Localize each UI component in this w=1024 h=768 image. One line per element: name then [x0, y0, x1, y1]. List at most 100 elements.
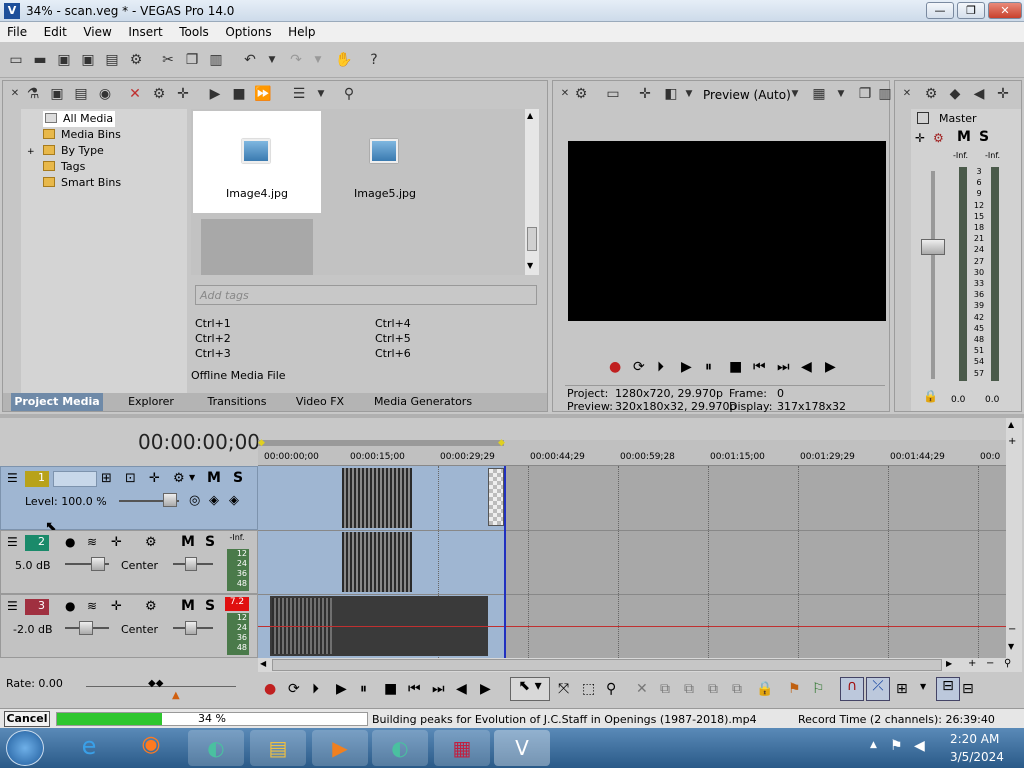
zoom-out-time-icon[interactable]: −	[986, 658, 994, 669]
video-fx-icon[interactable]: ✛	[635, 84, 655, 104]
timeline-tracks[interactable]	[258, 466, 1006, 658]
track-2-solo-button[interactable]: S	[205, 534, 215, 550]
tree-item-media-bins[interactable]: Media Bins	[43, 127, 121, 143]
expand-icon[interactable]: +	[27, 144, 37, 160]
zoom-tool-icon[interactable]: ⚲	[606, 681, 616, 697]
save-snapshot-icon[interactable]: ▥	[875, 84, 895, 104]
lock-envelopes-icon[interactable]: ⊟	[936, 677, 960, 701]
clock-date[interactable]: 3/5/2024	[950, 750, 1004, 764]
loop-end-marker[interactable]: ◆	[498, 438, 505, 448]
minimize-button[interactable]: —	[926, 2, 954, 19]
undo-dropdown-icon[interactable]: ▼	[262, 50, 282, 70]
lock-icon[interactable]: 🔒	[756, 681, 773, 697]
copy-icon[interactable]: ❐	[182, 50, 202, 70]
ripple-dropdown-icon[interactable]: ▼	[920, 682, 926, 691]
start-button[interactable]	[6, 730, 44, 766]
tree-item-smart-bins[interactable]: Smart Bins	[43, 175, 121, 191]
shortcut-ctrl3[interactable]: Ctrl+3	[195, 347, 231, 360]
trim-icon[interactable]: ⧉	[660, 681, 670, 697]
tab-project-media[interactable]: Project Media	[11, 393, 103, 411]
remove-icon[interactable]: ✕	[125, 84, 145, 104]
file-explorer-icon[interactable]: ▤	[250, 730, 306, 766]
zoom-in-icon[interactable]: +	[1008, 436, 1020, 450]
track-header-audio-3[interactable]: ☰ 3 ● ≋ ✛ ⚙ M S 7.2 -2.0 dB Center 12 24…	[0, 594, 258, 658]
media-scrollbar[interactable]: ▲ ▼	[525, 109, 539, 275]
split-icon[interactable]: ⧉	[732, 681, 742, 697]
close-button[interactable]: ✕	[988, 2, 1022, 19]
menu-options[interactable]: Options	[218, 22, 277, 39]
timecode-display[interactable]: 00:00:00;00	[138, 430, 260, 454]
track-collapse-icon[interactable]: ☰	[7, 471, 18, 485]
level-slider[interactable]	[163, 493, 177, 507]
preview-properties-icon[interactable]: ⚙	[571, 84, 591, 104]
pan-slider[interactable]	[185, 557, 197, 571]
external-monitor-icon[interactable]: ▭	[603, 84, 623, 104]
track-fx-icon[interactable]: ✛	[111, 535, 122, 550]
ignore-grouping-icon[interactable]: ⊟	[962, 681, 974, 697]
track-3-solo-button[interactable]: S	[205, 598, 215, 614]
next-frame-icon[interactable]: ▶	[825, 359, 836, 375]
views-icon[interactable]: ☰	[289, 84, 309, 104]
views-dropdown-icon[interactable]: ▼	[311, 84, 331, 104]
overlays-icon[interactable]: ▦	[809, 84, 829, 104]
master-solo-button[interactable]: S	[979, 129, 989, 145]
scroll-thumb[interactable]	[527, 227, 537, 251]
compositing-icon[interactable]: ⊞	[101, 471, 112, 486]
scroll-up-icon[interactable]: ▲	[1008, 420, 1014, 429]
master-fader[interactable]	[921, 239, 945, 255]
paste-icon[interactable]: ▥	[206, 50, 226, 70]
help-icon[interactable]: ?	[364, 50, 384, 70]
playhead-cursor[interactable]	[504, 466, 506, 658]
mixer-properties-icon[interactable]: ⚙	[921, 84, 941, 104]
menu-insert[interactable]: Insert	[121, 22, 168, 39]
stop-icon[interactable]: ■	[384, 681, 397, 697]
track-1-mute-button[interactable]: M	[207, 470, 221, 486]
master-mute-button[interactable]: M	[957, 129, 971, 145]
loop-region-bar[interactable]	[258, 440, 504, 446]
go-to-start-icon[interactable]: ⏮	[753, 359, 766, 375]
loop-icon[interactable]: ⟳	[288, 681, 300, 697]
maximize-button[interactable]: ❐	[957, 2, 985, 19]
zoom-out-icon[interactable]: −	[1008, 624, 1020, 638]
timeline-vertical-scrollbar[interactable]: ▲ + − ▼	[1006, 418, 1022, 658]
clock-time[interactable]: 2:20 AM	[950, 732, 999, 746]
video-event-thumbnails[interactable]	[342, 468, 412, 528]
track-fx-icon[interactable]: ✛	[111, 599, 122, 614]
tree-item-tags[interactable]: Tags	[43, 159, 85, 175]
trim-end-icon[interactable]: ⧉	[708, 681, 718, 697]
record-icon[interactable]: ●	[264, 681, 276, 697]
preview-quality-select[interactable]: Preview (Auto)	[703, 88, 791, 102]
invert-phase-icon[interactable]: ≋	[87, 535, 97, 549]
lock-icon[interactable]: 🔒	[923, 389, 938, 403]
tags-input[interactable]: Add tags	[195, 285, 537, 305]
go-to-start-icon[interactable]: ⏮	[408, 681, 421, 697]
mute-group-icon[interactable]: ◎	[189, 493, 200, 508]
play-from-start-icon[interactable]: ⏵	[657, 359, 664, 375]
tree-item-by-type[interactable]: + By Type	[27, 143, 104, 159]
zoom-tool-icon[interactable]: ⚲	[1004, 658, 1011, 669]
whats-this-icon[interactable]: ✋	[334, 50, 354, 70]
stop-icon[interactable]: ■	[729, 359, 742, 375]
play-from-start-icon[interactable]: ⏵	[312, 681, 319, 697]
invert-phase-icon[interactable]: ≋	[87, 599, 97, 613]
speaker-icon[interactable]: ◀	[969, 84, 989, 104]
previous-frame-icon[interactable]: ◀	[456, 681, 467, 697]
media-item-image5[interactable]: Image5.jpg	[321, 111, 449, 213]
split-screen-icon[interactable]: ◧	[661, 84, 681, 104]
timeline-horizontal-scrollbar[interactable]: ◀ ▶ + − ⚲	[258, 658, 1022, 672]
action-center-flag-icon[interactable]: ⚑	[890, 738, 903, 754]
snapping-icon[interactable]: ∩	[840, 677, 864, 701]
shortcut-ctrl5[interactable]: Ctrl+5	[375, 332, 411, 345]
panel-close-icon[interactable]: ✕	[5, 84, 25, 104]
bus-fx-icon[interactable]: ✛	[915, 131, 925, 145]
track-collapse-icon[interactable]: ☰	[7, 599, 18, 613]
track-collapse-icon[interactable]: ☰	[7, 535, 18, 549]
media-properties-icon[interactable]: ⚙	[149, 84, 169, 104]
show-hidden-icons[interactable]: ▲	[870, 740, 877, 750]
winrar-icon[interactable]: ▦	[434, 730, 490, 766]
copy-snapshot-icon[interactable]: ❐	[855, 84, 875, 104]
shortcut-ctrl1[interactable]: Ctrl+1	[195, 317, 231, 330]
pan-slider[interactable]	[185, 621, 197, 635]
app-icon[interactable]: ◐	[188, 730, 244, 766]
pause-icon[interactable]: ⏸	[360, 681, 367, 697]
